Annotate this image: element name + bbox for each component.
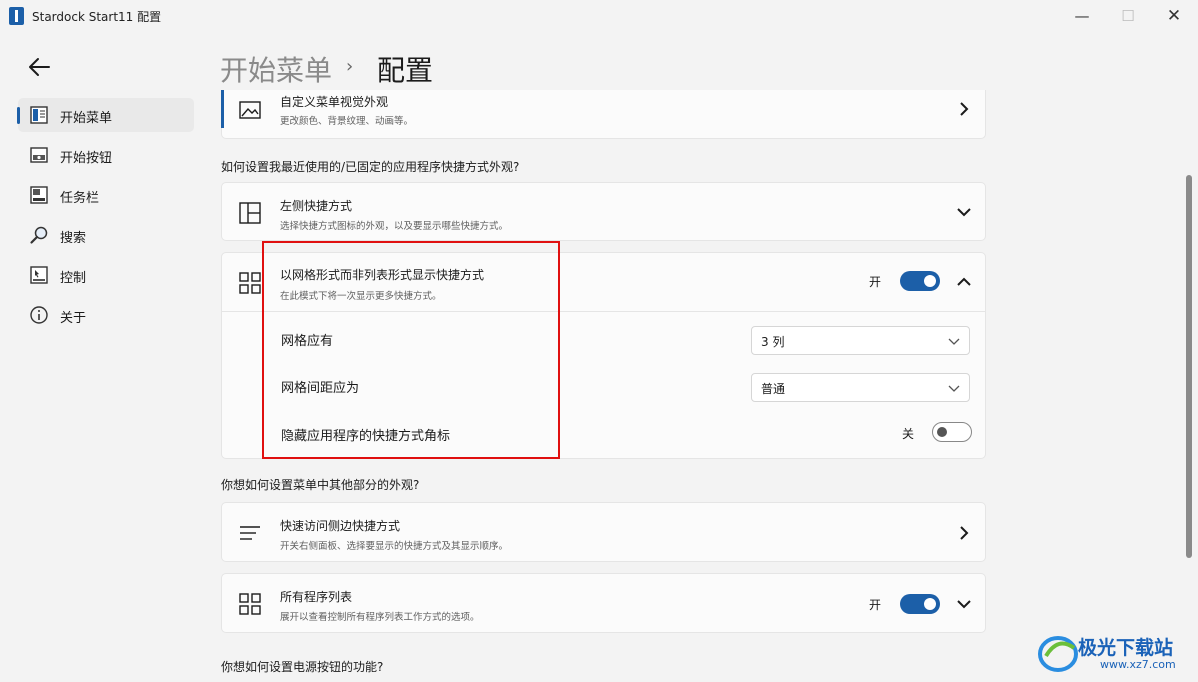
sidebar-item-control[interactable]: 控制 bbox=[18, 258, 194, 292]
card-title: 快速访问侧边快捷方式 bbox=[280, 519, 401, 533]
maximize-button[interactable]: ☐ bbox=[1104, 0, 1152, 32]
card-title: 所有程序列表 bbox=[280, 590, 353, 604]
taskbar-icon bbox=[30, 186, 48, 204]
active-indicator bbox=[17, 107, 20, 124]
close-button[interactable]: ✕ bbox=[1150, 0, 1198, 32]
title-bar: Stardock Start11 配置 — ☐ ✕ bbox=[0, 0, 1198, 32]
card-subtitle: 选择快捷方式图标的外观，以及要显示哪些快捷方式。 bbox=[280, 221, 509, 232]
sidebar-item-label: 搜索 bbox=[60, 231, 87, 246]
section-question: 如何设置我最近使用的/已固定的应用程序快捷方式外观? bbox=[221, 160, 520, 174]
chevron-down-icon[interactable] bbox=[956, 204, 972, 220]
card-subtitle: 更改颜色、背景纹理、动画等。 bbox=[280, 116, 414, 127]
app-icon bbox=[9, 7, 24, 25]
sidebar-item-start-button[interactable]: 开始按钮 bbox=[18, 138, 194, 172]
sidebar-item-start-menu[interactable]: 开始菜单 bbox=[17, 98, 194, 132]
chevron-right-icon[interactable] bbox=[956, 101, 972, 117]
toggle-state-label: 开 bbox=[869, 275, 882, 289]
sidebar-item-search[interactable]: 搜索 bbox=[18, 218, 194, 252]
chevron-down-icon[interactable] bbox=[956, 596, 972, 612]
chevron-up-icon[interactable] bbox=[956, 274, 972, 290]
search-icon bbox=[30, 226, 48, 244]
card-subtitle: 展开以查看控制所有程序列表工作方式的选项。 bbox=[280, 612, 480, 623]
page-title: 配置 bbox=[377, 54, 434, 87]
sidebar-item-label: 开始菜单 bbox=[60, 111, 113, 126]
arrow-left-icon[interactable] bbox=[26, 54, 52, 80]
sidebar-item-taskbar[interactable]: 任务栏 bbox=[18, 178, 194, 212]
chevron-down-icon bbox=[948, 385, 960, 392]
section-question: 你想如何设置菜单中其他部分的外观? bbox=[221, 478, 420, 492]
start-menu-icon bbox=[30, 106, 48, 124]
card-subtitle: 开关右侧面板、选择要显示的快捷方式及其显示顺序。 bbox=[280, 541, 509, 552]
highlight-box bbox=[262, 241, 560, 459]
sidebar-item-label: 任务栏 bbox=[60, 191, 100, 206]
info-icon bbox=[30, 306, 48, 324]
card-accent-bar bbox=[221, 90, 224, 128]
sidebar-item-about[interactable]: 关于 bbox=[18, 298, 194, 332]
chevron-down-icon bbox=[948, 338, 960, 345]
grid-mode-toggle[interactable] bbox=[900, 271, 940, 291]
breadcrumb-separator: › bbox=[346, 56, 354, 77]
minimize-button[interactable]: — bbox=[1058, 0, 1106, 32]
window-title: Stardock Start11 配置 bbox=[32, 10, 162, 24]
layout-icon bbox=[239, 202, 261, 224]
card-quick-access[interactable]: 快速访问侧边快捷方式 开关右侧面板、选择要显示的快捷方式及其显示顺序。 bbox=[221, 502, 986, 562]
breadcrumb-parent[interactable]: 开始菜单 bbox=[220, 49, 332, 89]
card-title: 自定义菜单视觉外观 bbox=[280, 95, 389, 109]
hide-badges-toggle[interactable] bbox=[932, 422, 972, 442]
scrollbar-thumb[interactable] bbox=[1186, 175, 1192, 558]
card-title: 左侧快捷方式 bbox=[280, 199, 353, 213]
watermark-url: www.xz7.com bbox=[1100, 658, 1176, 671]
image-icon bbox=[239, 101, 261, 119]
card-left-shortcuts[interactable]: 左侧快捷方式 选择快捷方式图标的外观，以及要显示哪些快捷方式。 bbox=[221, 182, 986, 241]
sidebar-item-label: 关于 bbox=[60, 311, 87, 326]
grid-columns-select[interactable]: 3 列 bbox=[751, 326, 970, 355]
select-value: 3 列 bbox=[761, 335, 785, 349]
grid-icon bbox=[239, 593, 261, 615]
control-icon bbox=[30, 266, 48, 284]
grid-icon bbox=[239, 272, 261, 294]
start-button-icon bbox=[30, 147, 48, 163]
chevron-right-icon[interactable] bbox=[956, 525, 972, 541]
all-programs-toggle[interactable] bbox=[900, 594, 940, 614]
toggle-state-label: 开 bbox=[869, 598, 882, 612]
sidebar-item-label: 开始按钮 bbox=[60, 151, 113, 166]
watermark-text: 极光下载站 bbox=[1078, 637, 1174, 659]
card-all-programs[interactable]: 所有程序列表 展开以查看控制所有程序列表工作方式的选项。 开 bbox=[221, 573, 986, 633]
card-visual-appearance[interactable]: 自定义菜单视觉外观 更改颜色、背景纹理、动画等。 bbox=[221, 90, 986, 139]
toggle-state-label: 关 bbox=[902, 427, 915, 441]
sidebar-item-label: 控制 bbox=[60, 271, 87, 286]
select-value: 普通 bbox=[761, 382, 786, 396]
list-lines-icon bbox=[240, 526, 260, 540]
grid-spacing-select[interactable]: 普通 bbox=[751, 373, 970, 402]
section-question: 你想如何设置电源按钮的功能? bbox=[221, 660, 384, 674]
